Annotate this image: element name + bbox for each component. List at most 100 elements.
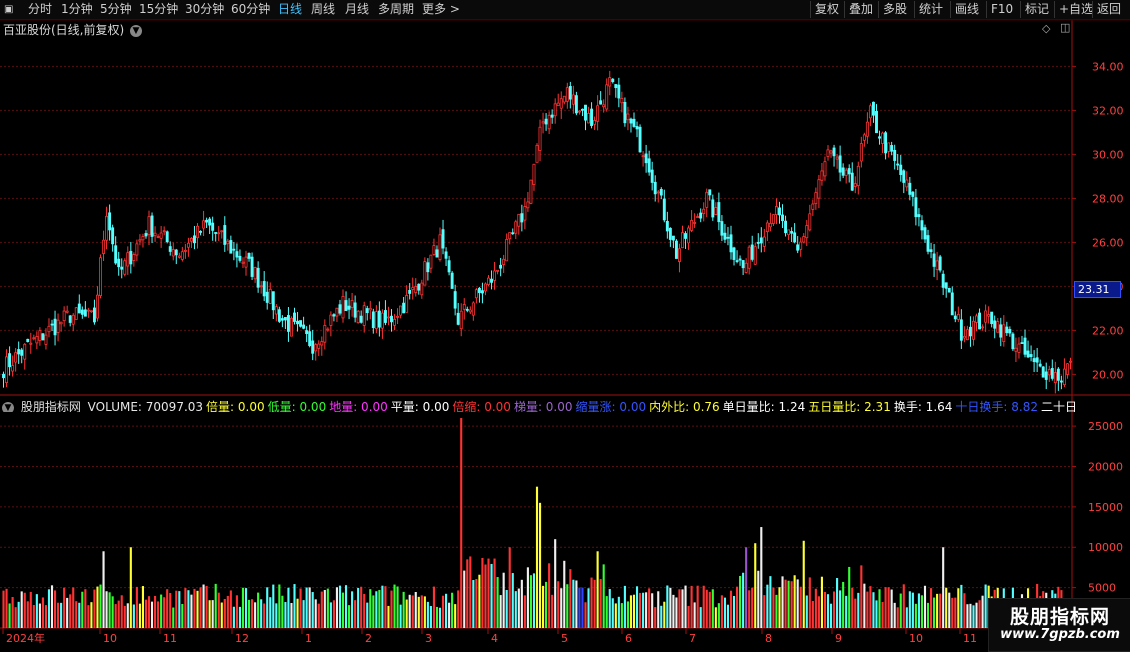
candle-body [975, 315, 978, 323]
volume-bar [566, 584, 569, 628]
volume-bar [820, 576, 823, 628]
candle-body [180, 251, 184, 260]
candle-body [74, 307, 78, 320]
volume-bar [920, 595, 924, 628]
volume-bar [320, 591, 323, 628]
candle-body [374, 311, 378, 330]
candle-body [565, 87, 569, 102]
volume-bar [629, 595, 633, 628]
volume-bar [111, 596, 114, 628]
candle-body [35, 336, 39, 344]
volume-bar [584, 602, 587, 628]
price-tick-label: 30.00 [1092, 148, 1124, 161]
volume-bar [41, 597, 44, 628]
volume-bar [405, 599, 408, 628]
candle-body [635, 126, 639, 130]
candle-body [859, 143, 863, 162]
candle-body [232, 248, 236, 251]
candle-body [126, 252, 130, 267]
volume-bar [472, 580, 475, 628]
chevron-down-icon[interactable]: ▼ [130, 24, 143, 37]
volume-bar [508, 547, 511, 628]
chevron-down-icon[interactable]: ▼ [2, 401, 14, 412]
candle-body [8, 353, 12, 368]
volume-bar [878, 589, 881, 628]
window-toggle-icon[interactable]: ◫ [1060, 21, 1070, 34]
candle-body [480, 290, 484, 294]
candle-body [83, 309, 87, 317]
candle-body [932, 253, 936, 267]
volume-bar [35, 594, 38, 628]
volume-bar [596, 551, 599, 628]
volume-bar [814, 588, 817, 628]
volume-bar [881, 601, 884, 628]
candle-body [538, 126, 542, 151]
candle-body [523, 206, 527, 221]
candle-body [1065, 363, 1069, 375]
volume-field-4: 平量: 0.00 [390, 400, 450, 412]
volume-bar [945, 587, 948, 628]
candle-body [617, 84, 621, 99]
time-tick-label: 6 [625, 632, 632, 645]
candle-body [587, 113, 590, 124]
volume-bar [420, 595, 423, 628]
volume-bar [257, 592, 260, 628]
candle-body [241, 261, 245, 264]
volume-bar [884, 587, 887, 628]
candle-body [850, 172, 854, 191]
volume-tick-label: 20000 [1088, 460, 1123, 473]
volume-bar [793, 575, 796, 628]
volume-bar [160, 594, 163, 628]
volume-bar [163, 597, 166, 628]
candle-body [681, 232, 684, 249]
candle-body [205, 219, 209, 223]
indicator-name[interactable]: 股朋指标网 [21, 400, 81, 412]
candle-body [593, 119, 597, 125]
volume-bar [154, 595, 157, 628]
volume-bar [50, 585, 54, 628]
volume-bar [696, 585, 699, 628]
candle-body [493, 270, 497, 281]
volume-field-13: 二十日换手: 16 [1040, 400, 1076, 412]
candle-body [714, 207, 718, 215]
volume-bar [366, 602, 369, 628]
volume-bar [402, 591, 405, 628]
candle-body [377, 310, 381, 328]
volume-bar [751, 587, 754, 628]
candle-body [317, 343, 321, 349]
candle-body [202, 220, 206, 229]
volume-bar [914, 603, 917, 628]
volume-bar [305, 587, 308, 628]
volume-bar [287, 587, 290, 628]
candle-body [423, 261, 427, 286]
volume-bar [854, 598, 857, 628]
volume-bar [117, 600, 120, 628]
volume-bar [169, 593, 172, 628]
candle-body [102, 239, 106, 254]
volume-bar [702, 585, 705, 628]
volume-bar [590, 577, 593, 628]
candle-body [265, 291, 269, 303]
candle-body [1011, 333, 1015, 350]
candle-body [717, 202, 721, 223]
candle-body [914, 197, 918, 218]
volume-bar [942, 547, 945, 628]
candle-body [793, 232, 797, 243]
candle-body [459, 310, 463, 330]
candle-body [468, 309, 472, 313]
candle-body [844, 169, 848, 176]
candle-body [647, 158, 651, 173]
candle-body [502, 258, 506, 265]
diamond-icon[interactable]: ◇ [1042, 22, 1050, 35]
volume-bar [484, 564, 487, 628]
candle-body [541, 121, 545, 124]
candle-body [50, 323, 54, 326]
volume-bar [660, 605, 663, 628]
volume-bar [948, 592, 951, 628]
volume-bar [90, 602, 93, 628]
candle-body [765, 222, 769, 232]
candle-body [11, 365, 15, 372]
candle-body [902, 170, 906, 183]
candle-body [359, 315, 363, 323]
volume-bar [542, 585, 545, 628]
